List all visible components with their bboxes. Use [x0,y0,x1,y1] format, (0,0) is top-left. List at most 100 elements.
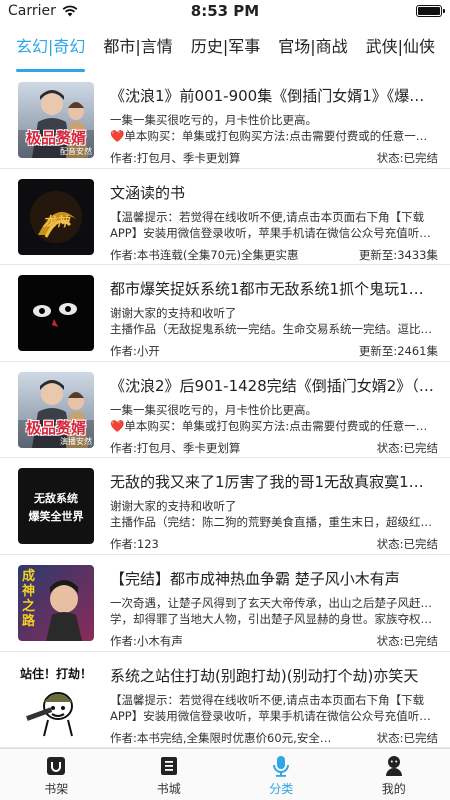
book-title[interactable]: 文涵读的书 [110,181,438,205]
book-description: 【温馨提示：若觉得在线收听不便,请点击本页面右下角【下载 APP】安装用微信登录… [110,209,438,241]
book-description-line1: 谢谢大家的支持和收听了 [110,499,237,514]
book-description-line1: 一次奇遇，让楚子风得到了玄天大帝传承，出山之后楚子风赶赴大 [110,595,438,610]
book-list-item[interactable]: 都市爆笑捉妖系统1都市无敌系统1抓个鬼玩1抓个… 谢谢大家的支持和收听了 主播作… [0,265,450,362]
book-author: 作者:本书连载(全集70元)全集更实惠 [110,247,299,262]
book-author: 作者:本书完结,全集限时优惠价60元,安全集… [110,730,340,745]
book-description-line2: 主播作品（无敌捉鬼系统一完结。生命交易系统一完结。逗比捉… [110,322,438,337]
book-meta: 作者:本书连载(全集70元)全集更实惠 更新至:3433集 [110,247,438,263]
book-cover[interactable]: 站住！打劫！ [18,661,94,738]
cover-subtitle-text: 配音安然 [60,147,92,156]
book-status: 状态:已完结 [376,633,438,648]
tabbar-bookstore[interactable]: 书城 [113,749,226,800]
book-title[interactable]: 无敌的我又来了1厉害了我的哥1无敌真寂寞1无敌… [110,470,438,494]
book-description-line1: 谢谢大家的支持和收听了 [110,306,237,321]
cover-title-text: 成神之路 [22,568,36,629]
tabbar-bookshelf-label: 书架 [44,782,69,796]
book-meta: 作者:123 状态:已完结 [110,536,438,552]
book-title[interactable]: 《沈浪1》前001-900集《倒插门女婿1》《爆笑… [110,84,438,108]
book-status: 状态:已完结 [376,730,438,745]
book-cover[interactable]: 无敌系统 爆笑全世界 [18,468,94,545]
book-meta: 作者:打包月、季卡更划算 状态:已完结 [110,440,438,456]
book-status: 更新至:2461集 [358,344,438,359]
cover-title-text: 极品赘婿 [25,129,86,147]
book-description: 一集一集买很吃亏的，月卡性价比更高。 ❤️单本购买：单集或打包购买方法:点击需要… [110,402,438,434]
book-description-line2: APP】安装用微信登录收听，苹果手机请在微信公众号充值听豆… [110,225,438,240]
book-description: 一集一集买很吃亏的，月卡性价比更高。 ❤️单本购买：单集或打包购买方法:点击需要… [110,112,438,144]
book-description-line1: 一集一集买很吃亏的，月卡性价比更高。 [110,402,317,417]
book-author: 作者:打包月、季卡更划算 [110,440,241,455]
tabbar-profile[interactable]: 我的 [338,749,450,800]
book-description-line1: 【温馨提示：若觉得在线收听不便,请点击本页面右下角【下载 [110,692,425,707]
category-tabs: 玄幻|奇幻 都市|言情 历史|军事 官场|商战 武侠|仙侠 刑 [0,22,450,72]
tab-wuxia[interactable]: 武侠|仙侠 [366,22,435,72]
book-status: 状态:已完结 [376,151,438,165]
book-list-item[interactable]: 无敌系统 爆笑全世界 无敌的我又来了1厉害了我的哥1无敌真寂寞1无敌… 谢谢大家… [0,458,450,555]
cover-title-text: 极品赘婿 [25,418,86,437]
book-description: 谢谢大家的支持和收听了 主播作品（完结：陈二狗的荒野美食直播，重生末日，超级红包… [110,498,438,530]
battery-icon [416,5,445,17]
book-meta: 作者:小木有声 状态:已完结 [110,633,438,649]
book-description: 一次奇遇，让楚子风得到了玄天大帝传承，出山之后楚子风赶赴大 学，却得罪了当地大人… [110,595,438,627]
book-list-item[interactable]: 成神之路 【完结】都市成神热血争霸 楚子风小木有声 一次奇遇，让楚子风得到了玄天… [0,555,450,652]
book-meta: 作者:打包月、季卡更划算 状态:已完结 [110,150,438,166]
book-info: 系统之站住打劫(别跑打劫)(别动打个劫)亦笑天 【温馨提示：若觉得在线收听不便,… [110,661,438,748]
book-title[interactable]: 都市爆笑捉妖系统1都市无敌系统1抓个鬼玩1抓个… [110,277,438,301]
bookshelf-icon [45,755,67,777]
cover-subtitle-text: 爆笑全世界 [28,510,84,524]
profile-icon [383,755,405,777]
book-info: 无敌的我又来了1厉害了我的哥1无敌真寂寞1无敌… 谢谢大家的支持和收听了 主播作… [110,467,438,554]
book-info: 《沈浪1》前001-900集《倒插门女婿1》《爆笑… 一集一集买很吃亏的，月卡性… [110,81,438,168]
book-description-line2: APP】安装用微信登录收听，苹果手机请在微信公众号充值听豆… [110,708,438,723]
book-description-line2: 主播作品（完结：陈二狗的荒野美食直播，重生末日，超级红包… [110,515,438,530]
book-status: 状态:已完结 [376,537,438,552]
book-info: 文涵读的书 【温馨提示：若觉得在线收听不便,请点击本页面右下角【下载 APP】安… [110,178,438,265]
tab-lishi[interactable]: 历史|军事 [191,22,260,72]
book-list: 极品赘婿 配音安然 《沈浪1》前001-900集《倒插门女婿1》《爆笑… 一集一… [0,72,450,748]
microphone-icon [270,755,292,777]
book-meta: 作者:小开 更新至:2461集 [110,343,438,359]
tab-xuanhuan[interactable]: 玄幻|奇幻 [16,22,86,72]
book-status: 状态:已完结 [376,440,438,455]
book-author: 作者:123 [110,537,159,552]
status-bar: Carrier 8:53 PM [0,0,450,22]
book-meta: 作者:本书完结,全集限时优惠价60元,安全集… 状态:已完结 [110,730,438,746]
book-cover[interactable] [18,275,94,352]
cover-title-text: 龙神 [42,214,69,230]
book-list-item[interactable]: 龙神 文涵读的书 【温馨提示：若觉得在线收听不便,请点击本页面右下角【下载 AP… [0,169,450,266]
tab-guanchang[interactable]: 官场|商战 [278,22,347,72]
book-author: 作者:小开 [110,344,160,359]
book-description-line1: 【温馨提示：若觉得在线收听不便,请点击本页面右下角【下载 [110,209,425,224]
tabbar-category[interactable]: 分类 [225,749,338,800]
book-cover[interactable]: 成神之路 [18,564,94,641]
book-info: 都市爆笑捉妖系统1都市无敌系统1抓个鬼玩1抓个… 谢谢大家的支持和收听了 主播作… [110,274,438,361]
book-description: 谢谢大家的支持和收听了 主播作品（无敌捉鬼系统一完结。生命交易系统一完结。逗比捉… [110,305,438,337]
book-description-line1: 一集一集买很吃亏的，月卡性价比更高。 [110,113,317,127]
tab-dushi[interactable]: 都市|言情 [103,22,172,72]
bottom-tab-bar: 书架 书城 分类 我的 [0,748,450,800]
book-status: 更新至:3433集 [358,247,438,262]
cover-title-text: 站住！打劫！ [19,666,92,681]
book-info: 【完结】都市成神热血争霸 楚子风小木有声 一次奇遇，让楚子风得到了玄天大帝传承，… [110,564,438,651]
book-list-item[interactable]: 站住！打劫！ 系统之站住打劫(别跑打劫)(别动打个劫)亦笑天 【温馨提示：若觉得… [0,652,450,748]
book-list-item[interactable]: 极品赘婿 配音安然 《沈浪1》前001-900集《倒插门女婿1》《爆笑… 一集一… [0,72,450,169]
bookstore-icon [158,755,180,777]
book-cover[interactable]: 极品赘婿 配音安然 [18,82,94,158]
book-cover[interactable]: 龙神 [18,178,94,255]
book-title[interactable]: 【完结】都市成神热血争霸 楚子风小木有声 [110,567,438,591]
book-cover[interactable]: 极品赘婿 演播安然 [18,371,94,448]
book-description-line2: 学，却得罪了当地大人物，引出楚子风显赫的身世。家族夺权，… [110,611,438,626]
status-time: 8:53 PM [190,2,260,20]
tabbar-profile-label: 我的 [381,782,406,796]
tabbar-category-label: 分类 [269,782,294,796]
cover-title-text: 无敌系统 [34,492,78,506]
tabbar-bookstore-label: 书城 [156,782,181,796]
tabbar-bookshelf[interactable]: 书架 [0,749,113,800]
book-title[interactable]: 《沈浪2》后901-1428完结《倒插门女婿2》（打… [110,374,438,398]
cover-subtitle-text: 演播安然 [60,436,92,446]
book-title[interactable]: 系统之站住打劫(别跑打劫)(别动打个劫)亦笑天 [110,664,438,688]
book-author: 作者:打包月、季卡更划算 [110,151,241,165]
book-description-line2: ❤️单本购买：单集或打包购买方法:点击需要付费或的任意一集… [110,418,438,433]
book-list-item[interactable]: 极品赘婿 演播安然 《沈浪2》后901-1428完结《倒插门女婿2》（打… 一集… [0,362,450,459]
book-author: 作者:小木有声 [110,633,183,648]
book-description: 【温馨提示：若觉得在线收听不便,请点击本页面右下角【下载 APP】安装用微信登录… [110,692,438,724]
